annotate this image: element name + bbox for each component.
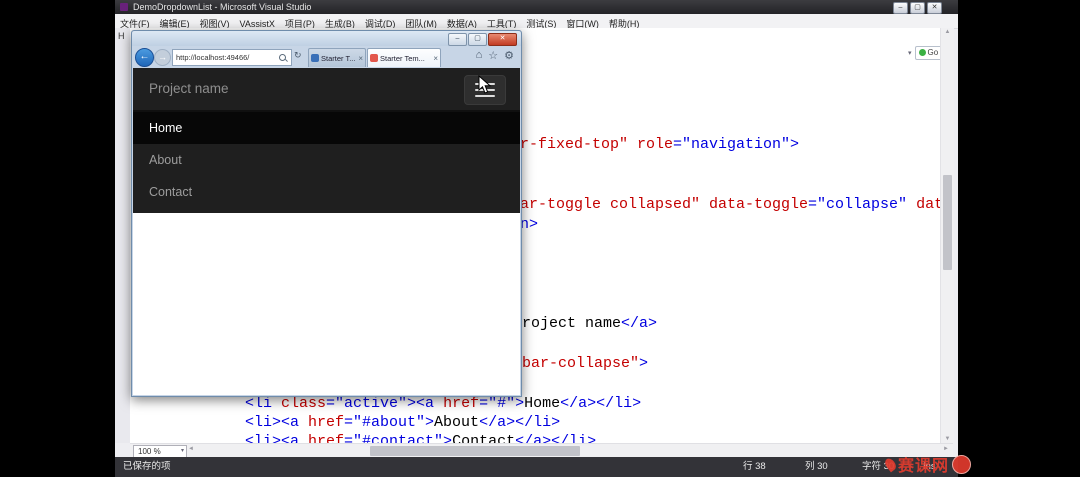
vertical-scrollbar[interactable]: ▲ ▼ bbox=[940, 28, 954, 443]
vs-titlebar[interactable]: DemoDropdownList - Microsoft Visual Stud… bbox=[115, 0, 958, 14]
minimize-icon[interactable]: – bbox=[893, 2, 908, 14]
watermark-badge-icon bbox=[952, 454, 972, 474]
flame-icon bbox=[882, 456, 899, 472]
page-nav-item-contact[interactable]: Contact bbox=[133, 176, 520, 208]
code-line: <li class="active"><a href="#">Home</a><… bbox=[245, 395, 642, 412]
document-tab-peek[interactable]: H bbox=[118, 31, 125, 41]
vs-menubar: 文件(F) 编辑(E) 视图(V) VAssistX 项目(P) 生成(B) 调试(D) 团队… bbox=[115, 14, 958, 29]
tab-favicon-icon bbox=[370, 54, 378, 62]
page-nav-list: Home About Contact bbox=[133, 112, 520, 208]
close-icon[interactable]: ✕ bbox=[488, 33, 517, 46]
go-label: Go bbox=[927, 48, 939, 57]
mouse-cursor bbox=[478, 75, 492, 94]
zoom-level: 100 % bbox=[138, 447, 161, 456]
editor-left-margin bbox=[115, 28, 130, 443]
page-nav-item-home[interactable]: Home bbox=[133, 112, 520, 144]
screenshot-stage: DemoDropdownList - Microsoft Visual Stud… bbox=[0, 0, 1080, 477]
back-icon[interactable]: ← bbox=[135, 48, 154, 67]
watermark-text: 赛课网 bbox=[898, 458, 950, 475]
browser-window: – ▢ ✕ ← → http://localhost:49466/ ↻ Star… bbox=[131, 30, 522, 397]
star-icon[interactable]: ☆ bbox=[488, 49, 498, 62]
browser-tabs: Starter T... × Starter Tem... × bbox=[308, 48, 441, 67]
maximize-icon[interactable]: ▢ bbox=[468, 33, 487, 46]
horizontal-scrollbar-thumb[interactable] bbox=[370, 446, 580, 456]
code-line: vbar-collapse"> bbox=[513, 355, 649, 372]
vs-window-controls: – ▢ ✕ bbox=[893, 2, 942, 14]
forward-icon[interactable]: → bbox=[154, 49, 171, 66]
address-url[interactable]: http://localhost:49466/ bbox=[173, 53, 279, 62]
browser-titlebar[interactable]: – ▢ ✕ bbox=[132, 31, 521, 46]
navbar-collapse-bottom bbox=[133, 208, 520, 213]
browser-navigation-bar: ← → http://localhost:49466/ ↻ Starter T.… bbox=[132, 46, 521, 68]
browser-tab[interactable]: Starter Tem... × bbox=[367, 48, 441, 67]
go-chip[interactable]: ▾ Go bbox=[908, 45, 943, 60]
tab-favicon-icon bbox=[311, 54, 319, 62]
page-brand-link[interactable]: Project name bbox=[149, 68, 229, 110]
search-icon[interactable] bbox=[279, 54, 286, 61]
status-line-number: 行 38 bbox=[743, 461, 766, 472]
address-bar[interactable]: http://localhost:49466/ bbox=[172, 49, 292, 66]
home-icon[interactable]: ⌂ bbox=[476, 49, 483, 62]
code-line: <li><a href="#about">About</a></li> bbox=[245, 414, 561, 431]
code-line: n> bbox=[520, 216, 539, 233]
browser-viewport: Project name Home About Contact bbox=[133, 68, 520, 395]
scroll-left-icon[interactable]: ◄ bbox=[188, 446, 194, 452]
tab-close-icon[interactable]: × bbox=[358, 54, 363, 63]
vs-window-title: DemoDropdownList - Microsoft Visual Stud… bbox=[133, 2, 312, 12]
browser-tab[interactable]: Starter T... × bbox=[308, 48, 366, 67]
code-line: <li><a href="#contact">Contact</a></li> bbox=[245, 433, 597, 444]
scroll-down-icon[interactable]: ▼ bbox=[941, 436, 954, 442]
chevron-down-icon[interactable]: ▾ bbox=[908, 49, 912, 57]
page-navbar: Project name bbox=[133, 68, 520, 110]
status-bar: 已保存的项 行 38 列 30 字符 30 Ins bbox=[115, 457, 958, 477]
horizontal-scrollbar[interactable]: 100 % ▾ ◄ ► bbox=[130, 443, 953, 458]
go-status-icon bbox=[918, 49, 926, 56]
tab-label: Starter Tem... bbox=[380, 53, 425, 63]
watermark: 赛课网 bbox=[882, 452, 972, 476]
code-line: ar-toggle collapsed" data-toggle="collap… bbox=[520, 196, 940, 213]
vertical-scrollbar-thumb[interactable] bbox=[943, 175, 952, 270]
scroll-up-icon[interactable]: ▲ bbox=[941, 29, 954, 35]
tab-label: Starter T... bbox=[321, 53, 356, 63]
vs-logo-icon bbox=[120, 3, 128, 11]
refresh-icon[interactable]: ↻ bbox=[294, 50, 302, 61]
maximize-icon[interactable]: ▢ bbox=[910, 2, 925, 14]
go-button[interactable]: Go bbox=[914, 45, 943, 60]
gear-icon[interactable]: ⚙ bbox=[504, 49, 514, 62]
minimize-icon[interactable]: – bbox=[448, 33, 467, 46]
browser-toolbar-icons: ⌂ ☆ ⚙ bbox=[476, 49, 514, 62]
chevron-down-icon[interactable]: ▾ bbox=[181, 446, 184, 457]
page-nav-item-about[interactable]: About bbox=[133, 144, 520, 176]
code-line: r-fixed-top" role="navigation"> bbox=[520, 136, 800, 153]
status-message: 已保存的项 bbox=[123, 461, 171, 472]
browser-window-controls: – ▢ ✕ bbox=[448, 33, 517, 46]
close-icon[interactable]: ✕ bbox=[927, 2, 942, 14]
status-column-number: 列 30 bbox=[805, 461, 828, 472]
tab-close-icon[interactable]: × bbox=[433, 54, 438, 63]
code-line: Project name</a> bbox=[513, 315, 658, 332]
